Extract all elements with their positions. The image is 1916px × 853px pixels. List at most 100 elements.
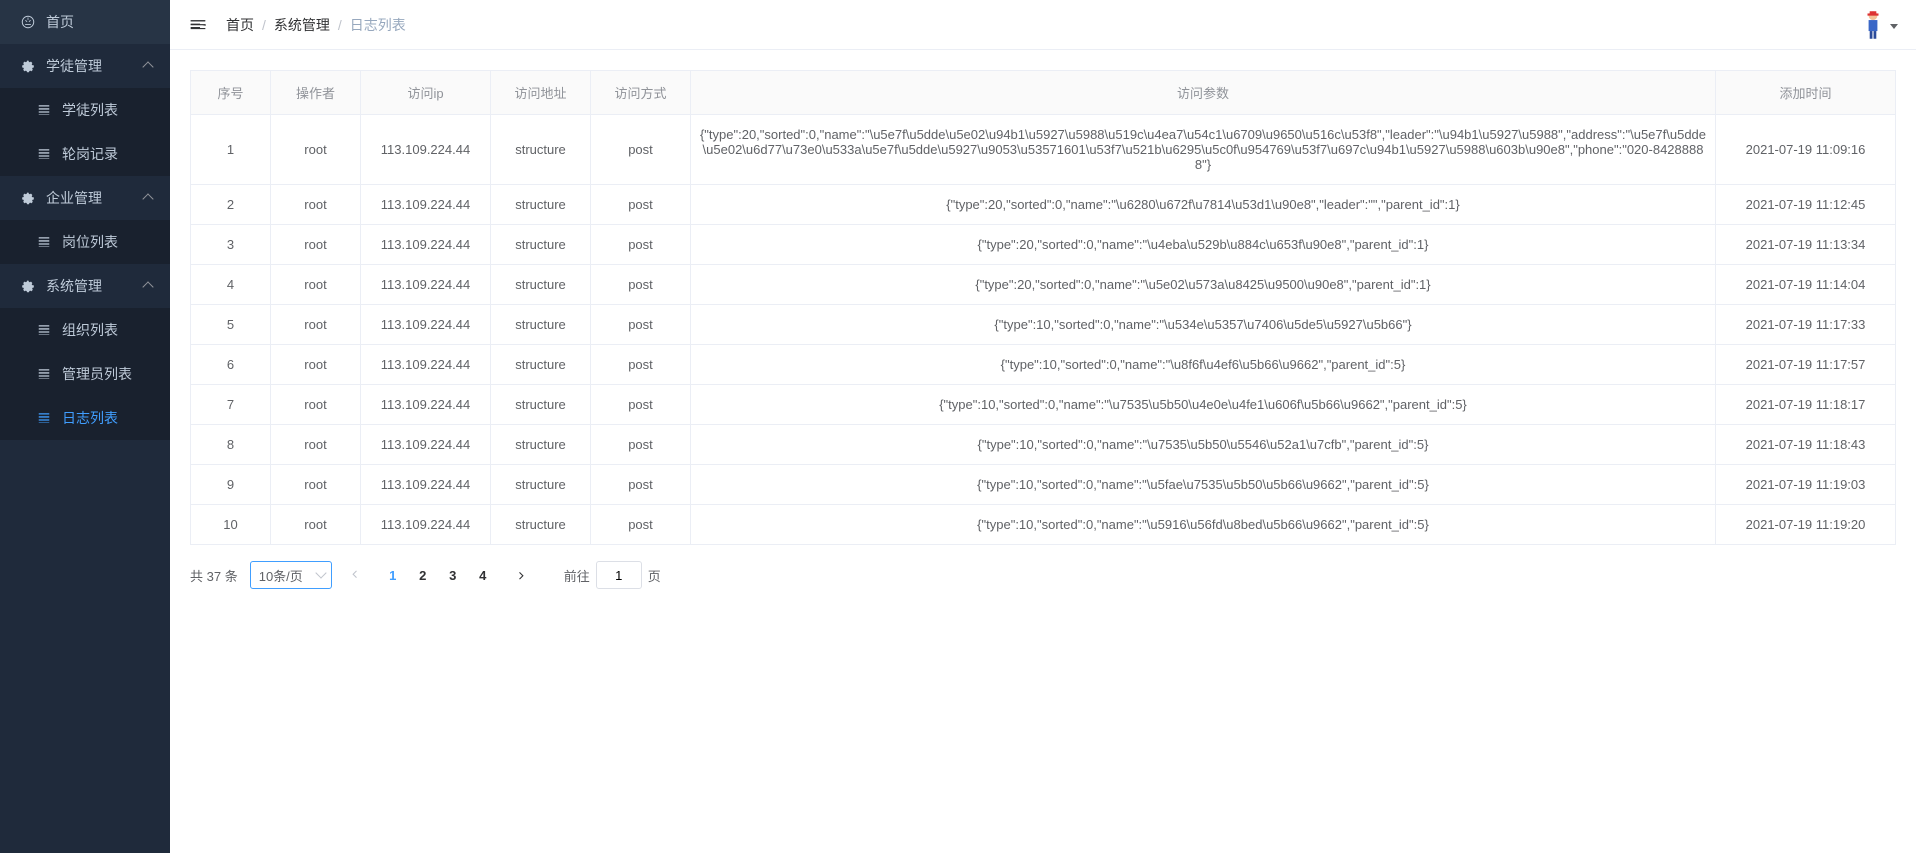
avatar (1862, 10, 1884, 40)
pager-page-1[interactable]: 1 (378, 561, 408, 589)
cell-ip: 113.109.224.44 (361, 345, 491, 385)
pager-next[interactable] (506, 561, 536, 589)
cell-time: 2021-07-19 11:19:20 (1716, 505, 1896, 545)
th-params: 访问参数 (691, 71, 1716, 115)
cell-seq: 2 (191, 185, 271, 225)
cell-operator: root (271, 425, 361, 465)
sidebar: 首页 学徒管理 学徒列表 轮岗记录 企业管理 岗位列表 系统管理 (0, 0, 170, 853)
cell-params: {"type":10,"sorted":0,"name":"\u5fae\u75… (691, 465, 1716, 505)
cell-operator: root (271, 225, 361, 265)
nav-system-mgmt-label: 系统管理 (46, 276, 102, 296)
cell-url: structure (491, 465, 591, 505)
cell-ip: 113.109.224.44 (361, 185, 491, 225)
table-icon (36, 322, 52, 338)
cell-seq: 6 (191, 345, 271, 385)
cell-params: {"type":10,"sorted":0,"name":"\u7535\u5b… (691, 425, 1716, 465)
table-row: 5root113.109.224.44structurepost{"type":… (191, 305, 1896, 345)
th-operator: 操作者 (271, 71, 361, 115)
content: 序号 操作者 访问ip 访问地址 访问方式 访问参数 添加时间 1root113… (170, 50, 1916, 853)
pager-prev[interactable] (340, 561, 370, 589)
cell-url: structure (491, 385, 591, 425)
gear-icon (20, 58, 36, 74)
nav-log-list-label: 日志列表 (62, 408, 118, 428)
cell-url: structure (491, 345, 591, 385)
cell-time: 2021-07-19 11:18:43 (1716, 425, 1896, 465)
table-icon (36, 366, 52, 382)
nav-system-mgmt[interactable]: 系统管理 (0, 264, 170, 308)
nav-position-list[interactable]: 岗位列表 (0, 220, 170, 264)
nav-group-system: 系统管理 组织列表 管理员列表 日志列表 (0, 264, 170, 440)
cell-operator: root (271, 345, 361, 385)
table-row: 4root113.109.224.44structurepost{"type":… (191, 265, 1896, 305)
cell-operator: root (271, 115, 361, 185)
page-size-select[interactable]: 10条/页 (250, 561, 332, 589)
cell-operator: root (271, 385, 361, 425)
gear-icon (20, 278, 36, 294)
nav-admin-list[interactable]: 管理员列表 (0, 352, 170, 396)
cell-operator: root (271, 465, 361, 505)
cell-url: structure (491, 265, 591, 305)
nav-home-label: 首页 (46, 12, 74, 32)
breadcrumb-home[interactable]: 首页 (226, 15, 254, 35)
breadcrumb-system[interactable]: 系统管理 (274, 15, 330, 35)
nav-apprentice-mgmt-label: 学徒管理 (46, 56, 102, 76)
cell-method: post (591, 425, 691, 465)
nav-apprentice-list[interactable]: 学徒列表 (0, 88, 170, 132)
avatar-icon (1862, 10, 1884, 40)
th-seq: 序号 (191, 71, 271, 115)
cell-seq: 8 (191, 425, 271, 465)
cell-operator: root (271, 265, 361, 305)
pagination: 共 37 条 10条/页 1234 前往 页 (190, 561, 1896, 589)
table-row: 2root113.109.224.44structurepost{"type":… (191, 185, 1896, 225)
cell-ip: 113.109.224.44 (361, 225, 491, 265)
table-row: 1root113.109.224.44structurepost{"type":… (191, 115, 1896, 185)
nav-rotation-record-label: 轮岗记录 (62, 144, 118, 164)
main: 首页 / 系统管理 / 日志列表 (170, 0, 1916, 853)
cell-method: post (591, 465, 691, 505)
nav-org-list-label: 组织列表 (62, 320, 118, 340)
cell-time: 2021-07-19 11:09:16 (1716, 115, 1896, 185)
cell-method: post (591, 265, 691, 305)
dashboard-icon (20, 14, 36, 30)
nav-enterprise-mgmt[interactable]: 企业管理 (0, 176, 170, 220)
nav-org-list[interactable]: 组织列表 (0, 308, 170, 352)
pager-jump-input[interactable] (596, 561, 642, 589)
pager-page-4[interactable]: 4 (468, 561, 498, 589)
nav-apprentice-list-label: 学徒列表 (62, 100, 118, 120)
cell-ip: 113.109.224.44 (361, 305, 491, 345)
cell-method: post (591, 225, 691, 265)
table-icon (36, 410, 52, 426)
nav-home[interactable]: 首页 (0, 0, 170, 44)
cell-params: {"type":20,"sorted":0,"name":"\u4eba\u52… (691, 225, 1716, 265)
cell-ip: 113.109.224.44 (361, 465, 491, 505)
cell-ip: 113.109.224.44 (361, 385, 491, 425)
cell-ip: 113.109.224.44 (361, 505, 491, 545)
pager-page-2[interactable]: 2 (408, 561, 438, 589)
table-row: 10root113.109.224.44structurepost{"type"… (191, 505, 1896, 545)
breadcrumb-separator: / (262, 17, 266, 33)
user-menu[interactable] (1862, 10, 1898, 40)
table-row: 8root113.109.224.44structurepost{"type":… (191, 425, 1896, 465)
table-icon (36, 102, 52, 118)
th-method: 访问方式 (591, 71, 691, 115)
pager-jump: 前往 页 (564, 561, 661, 589)
cell-params: {"type":10,"sorted":0,"name":"\u8f6f\u4e… (691, 345, 1716, 385)
cell-method: post (591, 305, 691, 345)
nav-log-list[interactable]: 日志列表 (0, 396, 170, 440)
cell-url: structure (491, 225, 591, 265)
cell-method: post (591, 505, 691, 545)
topbar: 首页 / 系统管理 / 日志列表 (170, 0, 1916, 50)
table-header-row: 序号 操作者 访问ip 访问地址 访问方式 访问参数 添加时间 (191, 71, 1896, 115)
cell-params: {"type":20,"sorted":0,"name":"\u5e7f\u5d… (691, 115, 1716, 185)
cell-url: structure (491, 425, 591, 465)
nav-rotation-record[interactable]: 轮岗记录 (0, 132, 170, 176)
nav-apprentice-mgmt[interactable]: 学徒管理 (0, 44, 170, 88)
page-size-label: 10条/页 (259, 566, 303, 585)
pager-total: 共 37 条 (190, 566, 238, 585)
cell-params: {"type":10,"sorted":0,"name":"\u5916\u56… (691, 505, 1716, 545)
pager-page-3[interactable]: 3 (438, 561, 468, 589)
toggle-sidebar-button[interactable] (188, 15, 208, 35)
cell-params: {"type":10,"sorted":0,"name":"\u534e\u53… (691, 305, 1716, 345)
cell-params: {"type":20,"sorted":0,"name":"\u6280\u67… (691, 185, 1716, 225)
nav-group-apprentice: 学徒管理 学徒列表 轮岗记录 (0, 44, 170, 176)
